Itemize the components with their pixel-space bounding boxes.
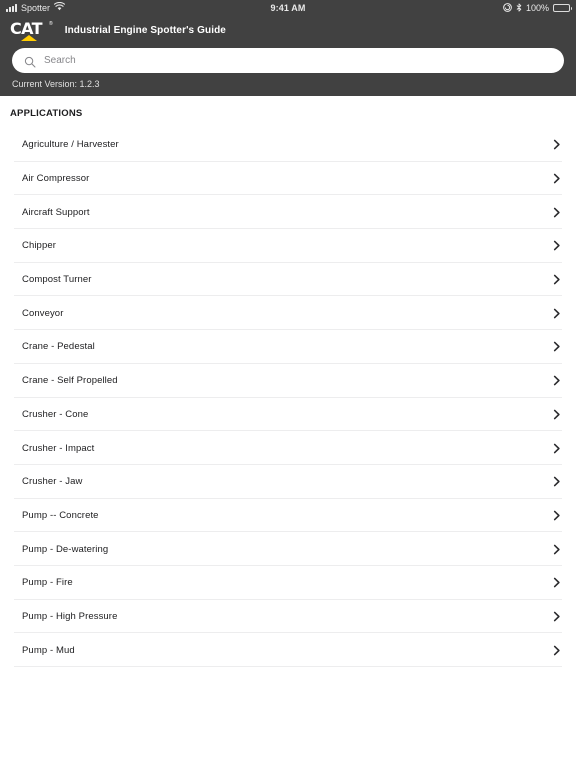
battery-percent-label: 100% xyxy=(525,3,549,13)
search-placeholder: Search xyxy=(44,55,76,66)
list-item-label: Air Compressor xyxy=(22,173,90,185)
list-item-label: Aircraft Support xyxy=(22,206,90,218)
chevron-right-icon xyxy=(551,409,562,420)
bluetooth-icon xyxy=(516,2,522,14)
cat-logo-icon: CAT ® xyxy=(10,18,53,41)
list-item[interactable]: Pump -- Concrete xyxy=(0,498,576,533)
cat-logo-wedge xyxy=(21,34,37,41)
chevron-right-icon xyxy=(551,476,562,487)
list-item-label: Crane - Self Propelled xyxy=(22,375,118,387)
list-item-label: Pump -- Concrete xyxy=(22,509,99,521)
list-item-label: Pump - Fire xyxy=(22,577,73,589)
page-title: Industrial Engine Spotter's Guide xyxy=(64,25,226,36)
chevron-right-icon xyxy=(551,341,562,352)
chevron-right-icon xyxy=(551,173,562,184)
status-bar-left: Spotter xyxy=(6,1,66,14)
rotation-lock-icon xyxy=(503,2,512,14)
signal-bars-icon xyxy=(6,4,17,12)
list-item-label: Crane - Pedestal xyxy=(22,341,95,353)
app-header: CAT ® Industrial Engine Spotter's Guide xyxy=(0,16,576,45)
list-item-label: Crusher - Cone xyxy=(22,408,89,420)
chevron-right-icon xyxy=(551,577,562,588)
chevron-right-icon xyxy=(551,443,562,454)
list-item-label: Compost Turner xyxy=(22,274,92,286)
search-icon xyxy=(24,55,36,67)
chevron-right-icon xyxy=(551,611,562,622)
list-item[interactable]: Pump - Fire xyxy=(0,565,576,600)
status-bar: Spotter 9:41 AM 100% xyxy=(0,0,576,16)
list-item-label: Agriculture / Harvester xyxy=(22,139,119,151)
list-item[interactable]: Pump - High Pressure xyxy=(0,599,576,634)
list-item[interactable]: Chipper xyxy=(0,229,576,263)
applications-list: Agriculture / Harvester Air Compressor Air… xyxy=(0,128,576,667)
search-bar-container: Search xyxy=(0,45,576,79)
chevron-right-icon xyxy=(551,240,562,251)
section-header-applications: APPLICATIONS xyxy=(0,96,576,128)
list-item[interactable]: Crane - Self Propelled xyxy=(0,363,576,398)
list-item[interactable]: Crusher - Jaw xyxy=(0,464,576,499)
list-item-label: Crusher - Impact xyxy=(22,442,95,454)
cat-logo-text: CAT xyxy=(10,18,43,38)
list-item-label: Pump - De-watering xyxy=(22,543,109,555)
chevron-right-icon xyxy=(551,375,562,386)
status-bar-right: 100% xyxy=(503,2,572,14)
cat-logo-registered-mark: ® xyxy=(49,20,53,27)
chevron-right-icon xyxy=(551,544,562,555)
list-item[interactable]: Air Compressor xyxy=(0,161,576,196)
battery-full-icon xyxy=(553,4,572,12)
list-item[interactable]: Crusher - Impact xyxy=(0,431,576,465)
list-item[interactable]: Aircraft Support xyxy=(0,195,576,230)
list-item[interactable]: Crusher - Cone xyxy=(0,397,576,432)
list-item-label: Pump - High Pressure xyxy=(22,610,118,622)
list-item-label: Chipper xyxy=(22,240,56,252)
list-item[interactable]: Agriculture / Harvester xyxy=(0,128,576,162)
list-item-label: Conveyor xyxy=(22,307,64,319)
chevron-right-icon xyxy=(551,274,562,285)
chevron-right-icon xyxy=(551,510,562,521)
chevron-right-icon xyxy=(551,139,562,150)
status-bar-clock: 9:41 AM xyxy=(270,3,306,13)
chevron-right-icon xyxy=(551,308,562,319)
current-version-label: Current Version: 1.2.3 xyxy=(0,79,576,96)
cat-logo-mark: CAT xyxy=(10,18,48,41)
list-item[interactable]: Compost Turner xyxy=(0,262,576,297)
search-input[interactable]: Search xyxy=(12,48,564,73)
list-item[interactable]: Crane - Pedestal xyxy=(0,330,576,364)
list-item[interactable]: Conveyor xyxy=(0,296,576,331)
list-item[interactable]: Pump - De-watering xyxy=(0,532,576,566)
carrier-label: Spotter xyxy=(21,3,51,13)
chevron-right-icon xyxy=(551,645,562,656)
list-item-label: Crusher - Jaw xyxy=(22,476,83,488)
list-item-label: Pump - Mud xyxy=(22,644,75,656)
wifi-icon xyxy=(53,1,66,14)
list-item[interactable]: Pump - Mud xyxy=(0,633,576,667)
chevron-right-icon xyxy=(551,207,562,218)
